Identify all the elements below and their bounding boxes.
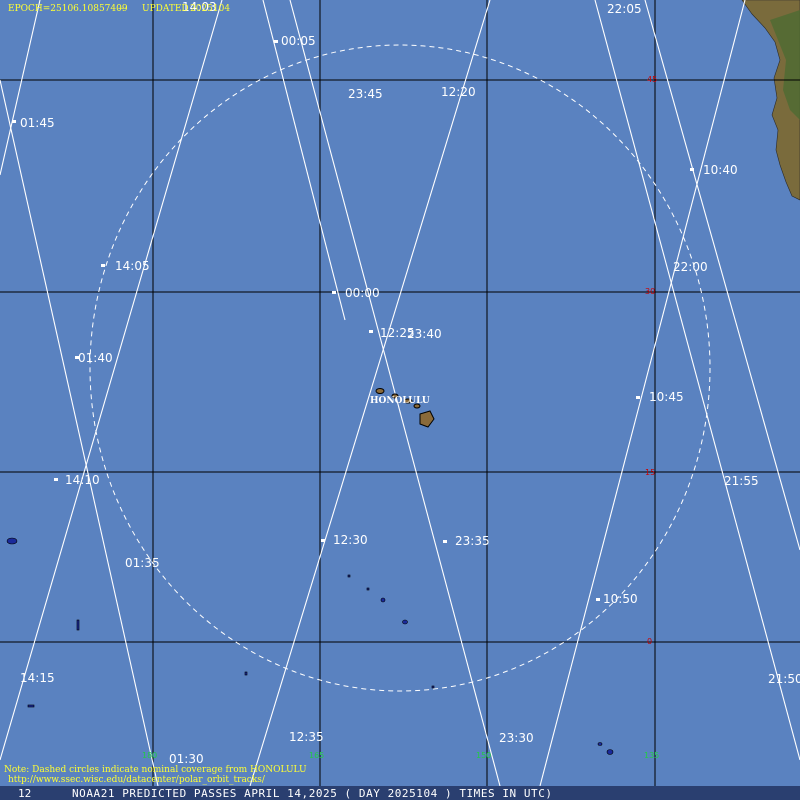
updated-value: 2025104 — [190, 4, 230, 14]
lat-label-45: 45 — [647, 75, 657, 84]
pass-time: 21:55 — [724, 474, 759, 488]
pass-time: 00:00 — [345, 286, 380, 300]
header-separator: --- — [118, 4, 127, 14]
pass-time: 10:50 — [603, 592, 638, 606]
lat-label-15: 15 — [645, 468, 655, 477]
pass-time: 22:00 — [673, 260, 708, 274]
pass-time: 01:35 — [125, 556, 160, 570]
page-number: 12 — [18, 787, 31, 800]
note-text: Note: Dashed circles indicate nominal co… — [4, 765, 307, 775]
pass-time: 01:40 — [78, 351, 113, 365]
lon-label-165: 165 — [309, 751, 324, 760]
lat-label-30: 30 — [645, 287, 655, 296]
epoch-text: EPOCH=25106.10857409 — [8, 4, 128, 14]
pass-time: 22:05 — [607, 2, 642, 16]
pass-time: 14:05 — [115, 259, 150, 273]
pass-time: 01:30 — [169, 752, 204, 766]
lon-label-135: 135 — [644, 751, 659, 760]
lat-label-0: 0 — [647, 637, 652, 646]
lon-label-180: 180 — [142, 751, 157, 760]
pass-time: 12:20 — [441, 85, 476, 99]
pass-time: 12:30 — [333, 533, 368, 547]
coverage-note: Note: Dashed circles indicate nominal co… — [4, 765, 307, 785]
orbit-map: HONOLULU 45 30 15 0 180 165 150 135 14:0… — [0, 0, 800, 800]
pass-time: 21:50 — [768, 672, 800, 686]
pass-time: 01:45 — [20, 116, 55, 130]
pass-time: 14:15 — [20, 671, 55, 685]
header: EPOCH=25106.10857409 --- UPDATED 2025104 — [8, 4, 230, 14]
note-url: http://www.ssec.wisc.edu/datacenter/pola… — [8, 775, 266, 785]
lon-label-150: 150 — [476, 751, 491, 760]
pass-time: 23:40 — [407, 327, 442, 341]
pass-time: 10:45 — [649, 390, 684, 404]
pass-time: 12:35 — [289, 730, 324, 744]
pass-time: 23:30 — [499, 731, 534, 745]
pass-time: 10:40 — [703, 163, 738, 177]
station-label: HONOLULU — [370, 396, 430, 406]
footer-title: NOAA21 PREDICTED PASSES APRIL 14,2025 ( … — [72, 787, 553, 800]
updated-label: UPDATED — [142, 4, 189, 14]
pass-time: 23:35 — [455, 534, 490, 548]
pass-time: 00:05 — [281, 34, 316, 48]
pass-time: 23:45 — [348, 87, 383, 101]
pass-time: 14:10 — [65, 473, 100, 487]
